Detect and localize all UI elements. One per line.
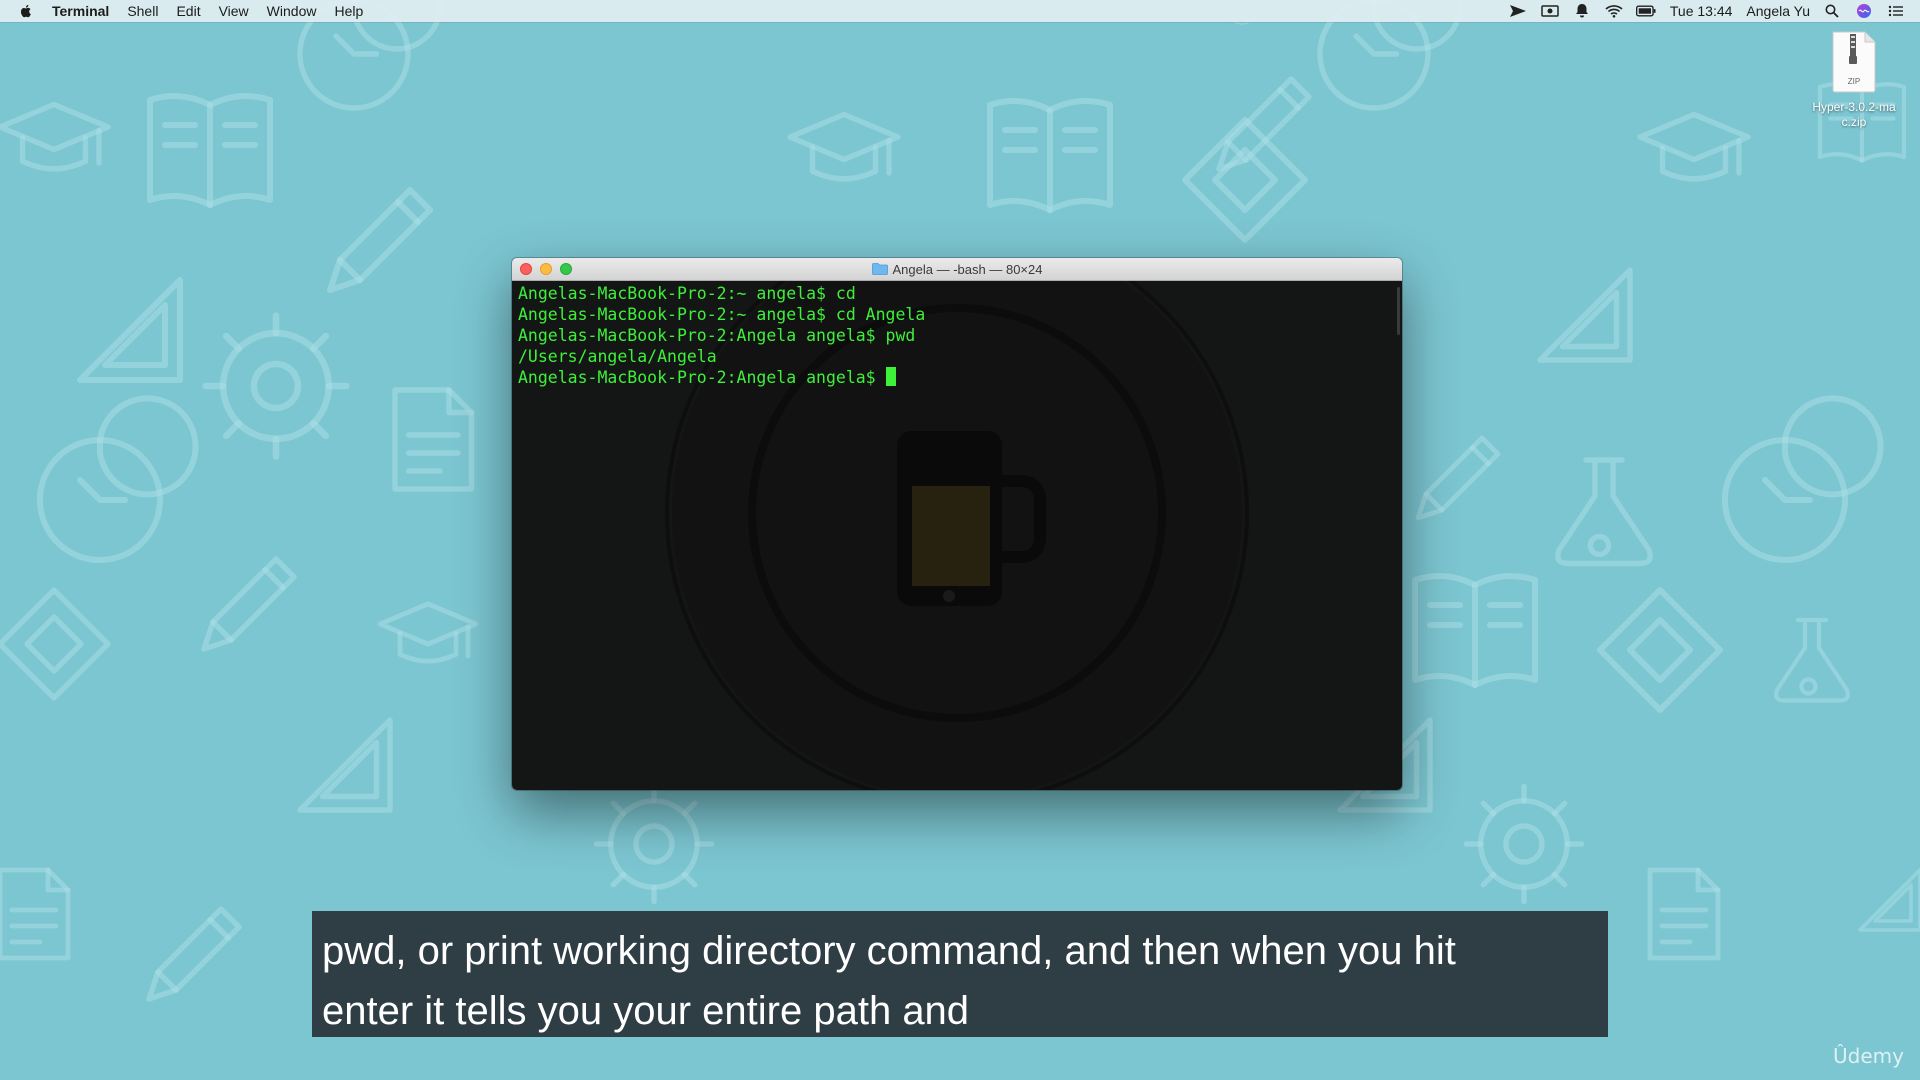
pattern-clock <box>1721 395 1884 563</box>
terminal-screen[interactable]: Angelas-MacBook-Pro-2:~ angela$ cd Angela… <box>512 281 1402 790</box>
menu-shell[interactable]: Shell <box>127 3 158 19</box>
pattern-gear <box>1463 783 1585 905</box>
pattern-cap <box>0 101 111 172</box>
terminal-title: Angela — -bash — 80×24 <box>892 261 1043 277</box>
folder-icon <box>871 263 888 275</box>
pattern-triangle <box>297 717 393 813</box>
menu-user-name[interactable]: Angela Yu <box>1746 3 1810 19</box>
menu-view[interactable]: View <box>219 3 249 19</box>
notification-center-icon[interactable] <box>1886 3 1906 19</box>
pattern-triangle <box>1858 868 1920 932</box>
terminal-line: Angelas-MacBook-Pro-2:~ angela$ cd Angel… <box>518 305 926 324</box>
pattern-flask <box>1555 457 1653 567</box>
notification-icon[interactable] <box>1572 3 1592 19</box>
terminal-input-line[interactable]: Angelas-MacBook-Pro-2:Angela angela$ <box>518 367 1396 388</box>
pattern-cap <box>787 111 901 182</box>
pattern-flask <box>1774 617 1850 703</box>
pattern-square <box>1597 587 1723 713</box>
pattern-triangle <box>1537 267 1633 363</box>
pattern-cap <box>377 601 479 664</box>
pattern-gear <box>593 783 715 905</box>
pattern-book <box>1412 573 1538 688</box>
udemy-watermark: Ûdemy <box>1833 1044 1904 1068</box>
terminal-line: Angelas-MacBook-Pro-2:Angela angela$ pwd <box>518 326 916 345</box>
pattern-book <box>147 93 273 208</box>
battery-icon[interactable] <box>1635 3 1656 19</box>
send-icon[interactable] <box>1508 3 1528 19</box>
minimize-button[interactable] <box>540 263 552 275</box>
window-controls <box>520 263 580 275</box>
pattern-pencil <box>201 556 297 652</box>
terminal-output: Angelas-MacBook-Pro-2:~ angela$ cd Angela… <box>512 281 1402 390</box>
spotlight-icon[interactable] <box>1822 3 1842 19</box>
menu-edit[interactable]: Edit <box>176 3 200 19</box>
menu-bar: Terminal Shell Edit View Window Help Tue… <box>0 0 1920 22</box>
terminal-prompt: Angelas-MacBook-Pro-2:Angela angela$ <box>518 368 886 387</box>
siri-icon[interactable] <box>1854 3 1874 19</box>
pattern-pencil <box>146 906 242 1002</box>
zip-file-icon: ZIP <box>1832 31 1876 93</box>
pattern-pencil <box>1216 76 1312 172</box>
terminal-line: Angelas-MacBook-Pro-2:~ angela$ cd <box>518 284 856 303</box>
video-subtitle: pwd, or print working directory command,… <box>312 911 1608 1037</box>
subtitle-line-1: pwd, or print working directory command,… <box>322 929 1456 973</box>
zoom-button[interactable] <box>560 263 572 275</box>
pattern-cap <box>1637 111 1751 182</box>
wifi-icon[interactable] <box>1604 3 1624 19</box>
pattern-doc <box>0 867 71 961</box>
subtitle-line-2: enter it tells you your entire path and <box>322 989 970 1033</box>
desktop-file-label: Hyper-3.0.2-mac.zip <box>1812 100 1896 129</box>
menu-window[interactable]: Window <box>267 3 317 19</box>
terminal-cursor <box>885 367 896 386</box>
pattern-pencil <box>327 187 433 293</box>
zip-badge: ZIP <box>1848 77 1860 86</box>
pattern-gear <box>202 312 350 460</box>
terminal-titlebar[interactable]: Angela — -bash — 80×24 <box>512 258 1402 281</box>
menu-help[interactable]: Help <box>334 3 363 19</box>
pattern-clock <box>36 395 199 563</box>
terminal-scrollbar[interactable] <box>1397 287 1400 335</box>
screen-record-icon[interactable] <box>1540 3 1560 19</box>
menu-clock[interactable]: Tue 13:44 <box>1670 3 1733 19</box>
pattern-doc <box>392 387 475 492</box>
apple-logo-icon[interactable] <box>18 3 34 19</box>
pattern-doc <box>1647 867 1721 961</box>
pattern-triangle <box>77 277 183 383</box>
pattern-square <box>0 587 111 701</box>
terminal-line: /Users/angela/Angela <box>518 347 717 366</box>
menu-terminal[interactable]: Terminal <box>52 3 109 19</box>
pattern-square <box>1182 117 1308 243</box>
pattern-pencil <box>1415 435 1501 521</box>
pattern-book <box>987 98 1113 213</box>
close-button[interactable] <box>520 263 532 275</box>
desktop-file-hyper-zip[interactable]: ZIP Hyper-3.0.2-mac.zip <box>1808 30 1900 130</box>
terminal-window[interactable]: Angela — -bash — 80×24 Angelas-MacBook-P… <box>512 258 1402 790</box>
